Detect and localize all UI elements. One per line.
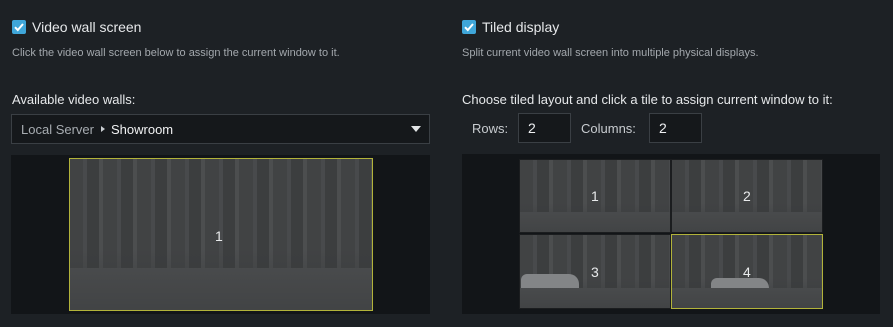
checkmark-icon <box>14 23 24 32</box>
tiled-display-label[interactable]: Tiled display <box>482 19 559 35</box>
rows-input[interactable]: 2 <box>518 113 571 143</box>
video-wall-preview-panel: 1 <box>11 155 430 314</box>
columns-input[interactable]: 2 <box>649 113 702 143</box>
chevron-right-icon <box>100 126 105 132</box>
tiled-display-description: Split current video wall screen into mul… <box>462 47 759 59</box>
tiled-preview-panel: 1 2 3 4 <box>462 154 880 314</box>
video-wall-screen-description: Click the video wall screen below to ass… <box>12 47 340 59</box>
tile-3[interactable]: 3 <box>519 234 671 309</box>
rows-label: Rows: <box>472 121 509 136</box>
video-wall-screen-checkbox[interactable] <box>12 20 26 34</box>
dropdown-wall-text: Showroom <box>110 121 174 137</box>
selection-border <box>671 234 823 309</box>
tile-border <box>671 159 823 233</box>
checkmark-icon <box>464 23 474 32</box>
tile-border <box>519 159 671 233</box>
video-wall-screen-1[interactable]: 1 <box>69 158 373 311</box>
tile-4[interactable]: 4 <box>671 234 823 309</box>
video-wall-screen-label[interactable]: Video wall screen <box>32 19 141 35</box>
tile-1[interactable]: 1 <box>519 159 671 233</box>
tiled-display-checkbox[interactable] <box>462 20 476 34</box>
columns-label: Columns: <box>581 121 636 136</box>
available-video-walls-label: Available video walls: <box>12 92 136 107</box>
dropdown-server-text: Local Server <box>21 121 94 137</box>
tile-border <box>519 234 671 309</box>
selection-border <box>69 158 373 311</box>
dropdown-caret-icon <box>411 126 421 132</box>
video-wall-dropdown[interactable]: Local Server Showroom <box>11 114 430 144</box>
tile-2[interactable]: 2 <box>671 159 823 233</box>
tiled-layout-instruction: Choose tiled layout and click a tile to … <box>462 92 833 107</box>
